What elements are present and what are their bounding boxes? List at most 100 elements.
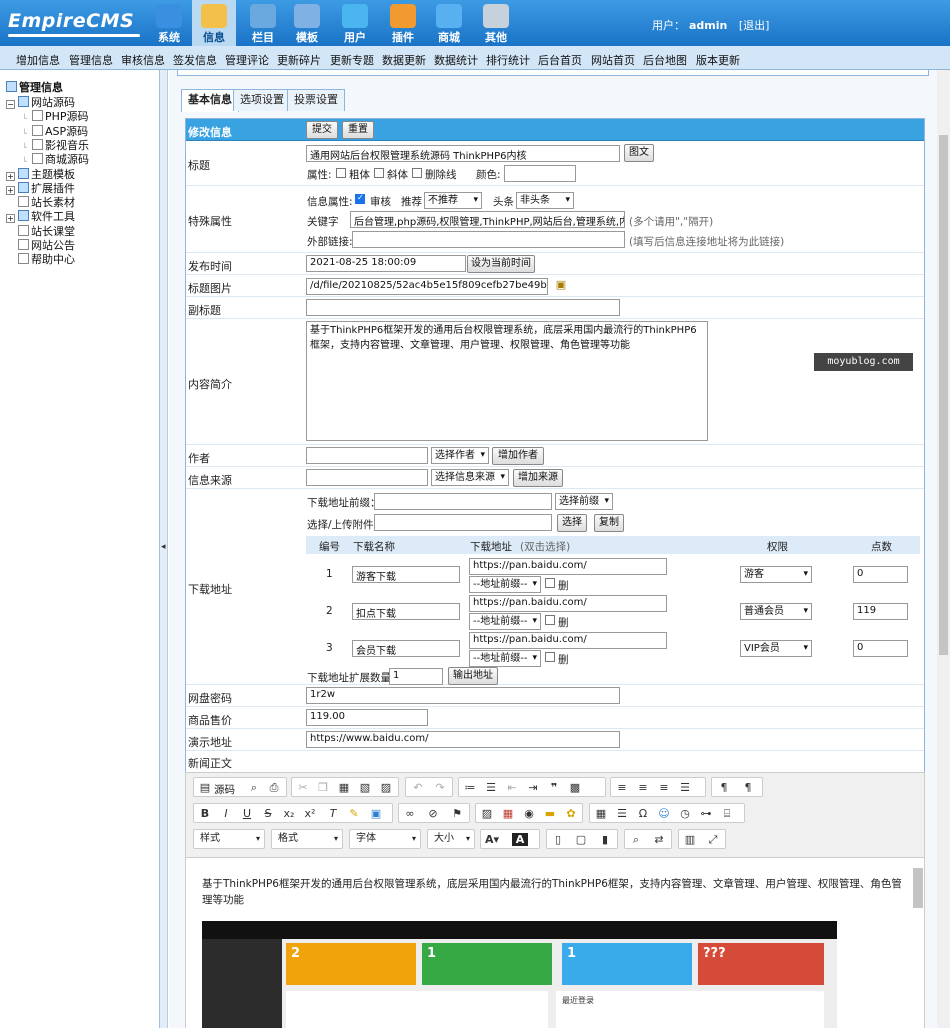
sub-menu-item[interactable]: 后台地图 <box>643 52 687 68</box>
pic-text-button[interactable]: 图文 <box>624 144 654 162</box>
tab-options[interactable]: 选项设置 <box>233 89 291 111</box>
top-menu-item-1[interactable]: 信息 <box>192 0 236 46</box>
attach-icon[interactable]: ✿ <box>563 807 579 820</box>
top-menu-item-3[interactable]: 模板 <box>285 0 329 46</box>
align-left-icon[interactable]: ≡ <box>614 781 630 794</box>
tab-vote[interactable]: 投票设置 <box>287 89 345 111</box>
replace-icon[interactable]: ⇄ <box>651 833 667 846</box>
subscript-icon[interactable]: x₂ <box>281 807 297 820</box>
add-author-button[interactable]: 增加作者 <box>492 447 544 465</box>
external-link-input[interactable] <box>352 231 625 248</box>
sub-menu-item[interactable]: 版本更新 <box>696 52 740 68</box>
align-justify-icon[interactable]: ☰ <box>677 781 693 794</box>
headline-select[interactable]: 非头条 <box>516 192 574 209</box>
output-address-button[interactable]: 输出地址 <box>448 667 498 685</box>
print-icon[interactable]: ⎙ <box>266 781 282 795</box>
page-scrollbar[interactable] <box>937 70 950 1028</box>
bg-color-icon[interactable]: A <box>512 833 528 846</box>
download-url-input[interactable]: https://pan.baidu.com/ <box>469 595 667 612</box>
author-select[interactable]: 选择作者 <box>431 447 489 464</box>
sub-menu-item[interactable]: 签发信息 <box>173 52 217 68</box>
paste-text-icon[interactable]: ▧ <box>357 781 373 794</box>
top-menu-item-5[interactable]: 插件 <box>381 0 425 46</box>
source-icon[interactable]: ▤ <box>197 781 213 794</box>
sub-menu-item[interactable]: 审核信息 <box>121 52 165 68</box>
bullet-list-icon[interactable]: ☰ <box>483 781 499 794</box>
recommend-select[interactable]: 不推荐 <box>424 192 482 209</box>
smiley-icon[interactable]: ☺ <box>656 807 672 820</box>
download-url-input[interactable]: https://pan.baidu.com/ <box>469 558 667 575</box>
copy-format-icon[interactable]: ✎ <box>346 807 362 820</box>
hr-icon[interactable]: ☰ <box>614 807 630 820</box>
special-char-icon[interactable]: Ω <box>635 807 651 820</box>
color-input[interactable] <box>504 165 576 182</box>
scroll-thumb[interactable] <box>939 135 948 655</box>
download-prefix-select[interactable]: --地址前缀-- <box>469 576 541 593</box>
preview-icon[interactable]: ⌕ <box>246 781 262 795</box>
bold-checkbox[interactable] <box>336 168 346 178</box>
subtitle-input[interactable] <box>306 299 620 316</box>
italic-icon[interactable]: I <box>218 807 234 820</box>
author-input[interactable] <box>306 447 428 464</box>
points-input[interactable]: 0 <box>853 640 908 657</box>
size-dropdown[interactable]: 大小 <box>427 829 475 849</box>
indent-icon[interactable]: ⇥ <box>525 781 541 794</box>
delete-checkbox[interactable] <box>545 652 555 662</box>
sidebar-toggle[interactable]: ◂ <box>160 70 168 1028</box>
summary-textarea[interactable]: 基于ThinkPHP6框架开发的通用后台权限管理系统，底层采用国内最流行的Thi… <box>306 321 708 441</box>
sub-menu-item[interactable]: 数据统计 <box>434 52 478 68</box>
paste-word-icon[interactable]: ▨ <box>378 781 394 794</box>
align-center-icon[interactable]: ≡ <box>635 781 651 794</box>
sub-menu-item[interactable]: 网站首页 <box>591 52 635 68</box>
tree-root[interactable]: 管理信息 <box>6 79 63 95</box>
superscript-icon[interactable]: x² <box>302 807 318 820</box>
copy-button[interactable]: 复制 <box>594 514 624 532</box>
find-icon[interactable]: ⌕ <box>628 833 644 847</box>
link-icon[interactable]: ∞ <box>402 807 418 820</box>
div-icon[interactable]: ▩ <box>567 781 583 794</box>
outdent-icon[interactable]: ⇤ <box>504 781 520 794</box>
clear-format-icon[interactable]: T <box>325 807 341 820</box>
unlink-icon[interactable]: ⊘ <box>425 807 441 820</box>
demo-input[interactable]: https://www.baidu.com/ <box>306 731 620 748</box>
paste-icon[interactable]: ▦ <box>336 781 352 794</box>
upload-input[interactable] <box>374 514 552 531</box>
date-input[interactable]: 2021-08-25 18:00:09 <box>306 255 466 272</box>
sub-menu-item[interactable]: 更新碎片 <box>277 52 321 68</box>
delete-checkbox[interactable] <box>545 615 555 625</box>
set-now-button[interactable]: 设为当前时间 <box>467 255 535 273</box>
code-icon[interactable]: ⌸ <box>719 807 735 821</box>
permission-select[interactable]: 游客 <box>740 566 812 583</box>
save-icon[interactable]: ▮ <box>597 833 613 846</box>
template-icon[interactable]: ▯ <box>550 833 566 846</box>
audit-checkbox[interactable] <box>355 193 365 204</box>
title-input[interactable]: 通用网站后台权限管理系统源码 ThinkPHP6内核 <box>306 145 620 162</box>
top-menu-item-4[interactable]: 用户 <box>333 0 377 46</box>
font-dropdown[interactable]: 字体 <box>349 829 421 849</box>
download-url-input[interactable]: https://pan.baidu.com/ <box>469 632 667 649</box>
price-input[interactable]: 119.00 <box>306 709 428 726</box>
source-select[interactable]: 选择信息来源 <box>431 469 509 486</box>
delete-checkbox[interactable] <box>545 578 555 588</box>
align-right-icon[interactable]: ≡ <box>656 781 672 794</box>
rtl-icon[interactable]: ¶ <box>740 781 756 794</box>
download-name-input[interactable]: 扣点下载 <box>352 603 460 620</box>
ordered-list-icon[interactable]: ≔ <box>462 781 478 794</box>
cut-icon[interactable]: ✂ <box>295 781 311 794</box>
top-menu-item-7[interactable]: 其他 <box>474 0 518 46</box>
permission-select[interactable]: 普通会员 <box>740 603 812 620</box>
tab-basic[interactable]: 基本信息 <box>181 89 239 112</box>
points-input[interactable]: 0 <box>853 566 908 583</box>
submit-button[interactable]: 提交 <box>306 121 338 139</box>
image-select-icon[interactable]: ▣ <box>553 278 569 291</box>
strike-icon[interactable]: S <box>260 807 276 820</box>
prefix-input[interactable] <box>374 493 552 510</box>
underline-icon[interactable]: U <box>239 807 255 820</box>
iframe-icon[interactable]: ◷ <box>677 807 693 820</box>
reset-button[interactable]: 重置 <box>342 121 374 139</box>
bold-icon[interactable]: B <box>197 807 213 820</box>
text-color-icon[interactable]: A▾ <box>484 833 500 846</box>
file-icon[interactable]: ▬ <box>542 807 558 820</box>
sub-menu-item[interactable]: 管理评论 <box>225 52 269 68</box>
sub-menu-item[interactable]: 数据更新 <box>382 52 426 68</box>
